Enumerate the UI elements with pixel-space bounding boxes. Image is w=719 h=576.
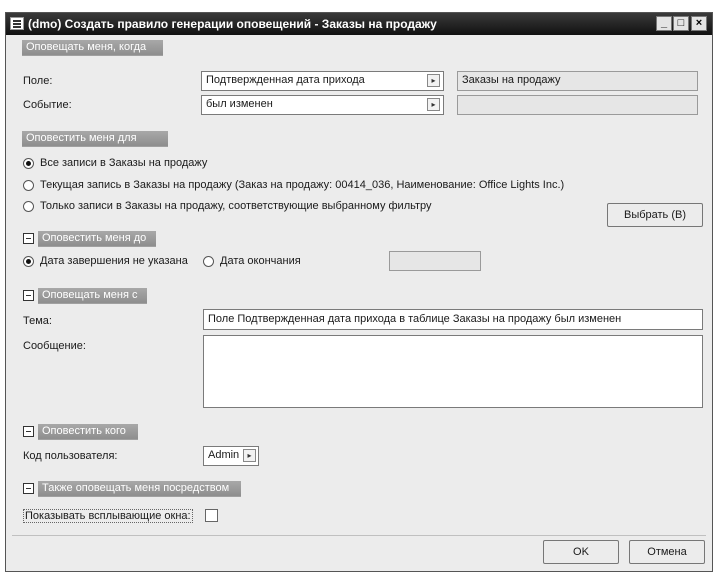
title-bar[interactable]: (dmo) Создать правило генерации оповещен…	[6, 13, 712, 35]
divider	[38, 303, 147, 304]
collapse-icon[interactable]	[23, 290, 34, 301]
message-label: Сообщение:	[23, 340, 86, 352]
field-label: Поле:	[23, 75, 53, 87]
field-table-value: Заказы на продажу	[462, 74, 561, 86]
event-extra-field	[457, 95, 698, 115]
collapse-icon[interactable]	[23, 233, 34, 244]
radio-all-records[interactable]	[23, 158, 34, 169]
event-select[interactable]: был изменен	[201, 95, 444, 115]
radio-no-end-date[interactable]	[23, 256, 34, 267]
divider	[38, 439, 138, 440]
section-also-notify-header: Также оповещать меня посредством	[38, 481, 241, 496]
subject-input-value: Поле Подтвержденная дата прихода в табли…	[208, 313, 622, 325]
collapse-icon[interactable]	[23, 426, 34, 437]
divider	[38, 496, 241, 497]
radio-current-record-label[interactable]: Текущая запись в Заказы на продажу (Зака…	[40, 179, 564, 191]
divider	[22, 146, 168, 147]
select-filter-button[interactable]: Выбрать (В)	[607, 203, 703, 227]
footer-divider	[12, 535, 706, 536]
lookup-dropdown-icon[interactable]: ▸	[427, 74, 440, 87]
subject-input[interactable]: Поле Подтвержденная дата прихода в табли…	[203, 309, 703, 330]
alert-rule-dialog: (dmo) Создать правило генерации оповещен…	[5, 12, 713, 572]
lookup-dropdown-icon[interactable]: ▸	[427, 98, 440, 111]
popup-label: Показывать всплывающие окна:	[23, 509, 193, 523]
ok-button[interactable]: OK	[543, 540, 619, 564]
field-select[interactable]: Подтвержденная дата прихода	[201, 71, 444, 91]
form-icon	[10, 17, 24, 30]
radio-filtered-records[interactable]	[23, 201, 34, 212]
radio-end-date-label[interactable]: Дата окончания	[220, 255, 301, 267]
window-title: (dmo) Создать правило генерации оповещен…	[28, 17, 437, 31]
collapse-icon[interactable]	[23, 483, 34, 494]
field-select-value: Подтвержденная дата прихода	[206, 74, 365, 86]
user-id-value: Admin	[208, 449, 240, 461]
maximize-button[interactable]: □	[673, 16, 689, 31]
cancel-button[interactable]: Отмена	[629, 540, 705, 564]
user-id-label: Код пользователя:	[23, 450, 118, 462]
popup-checkbox[interactable]	[205, 509, 218, 522]
radio-end-date[interactable]	[203, 256, 214, 267]
radio-current-record[interactable]	[23, 180, 34, 191]
minimize-button[interactable]: _	[656, 16, 672, 31]
divider	[22, 55, 163, 56]
message-textarea[interactable]	[203, 335, 703, 408]
divider	[38, 246, 156, 247]
section-notify-with-header: Оповещать меня с	[38, 288, 147, 303]
field-table-display: Заказы на продажу	[457, 71, 698, 91]
event-select-value: был изменен	[206, 98, 273, 110]
section-notify-until-header: Оповестить меня до	[38, 231, 156, 246]
event-label: Событие:	[23, 99, 72, 111]
section-notify-for-header: Оповестить меня для	[22, 131, 168, 146]
radio-no-end-date-label[interactable]: Дата завершения не указана	[40, 255, 188, 267]
section-notify-when-header: Оповещать меня, когда	[22, 40, 163, 55]
radio-all-records-label[interactable]: Все записи в Заказы на продажу	[40, 157, 207, 169]
lookup-dropdown-icon[interactable]: ▸	[243, 449, 256, 462]
section-notify-who-header: Оповестить кого	[38, 424, 138, 439]
end-date-field[interactable]	[389, 251, 481, 271]
radio-filtered-records-label[interactable]: Только записи в Заказы на продажу, соотв…	[40, 200, 432, 212]
subject-label: Тема:	[23, 315, 52, 327]
close-button[interactable]: ×	[691, 16, 707, 31]
